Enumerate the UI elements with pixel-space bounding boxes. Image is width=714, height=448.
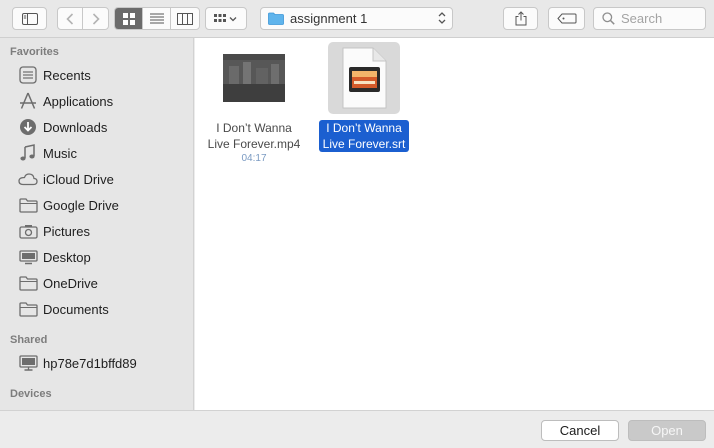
back-forward-group — [57, 7, 109, 30]
sidebar-item-label: Applications — [43, 93, 114, 109]
back-button[interactable] — [58, 8, 83, 29]
share-icon — [515, 11, 526, 26]
sidebar-item-applications[interactable]: Applications — [0, 90, 193, 112]
view-mode-group — [114, 7, 200, 30]
icon-view-button[interactable] — [115, 8, 143, 29]
chevron-left-icon — [66, 12, 74, 25]
cancel-button[interactable]: Cancel — [541, 420, 619, 441]
sidebar-item-label: iCloud Drive — [43, 171, 114, 187]
recents-icon — [18, 65, 38, 85]
file-name: I Don’t Wanna Live Forever.srt — [318, 120, 410, 152]
sidebar-item-label: hp78e7d1bffd89 — [43, 355, 137, 371]
search-field[interactable]: Search — [593, 7, 706, 30]
updown-chevron-icon — [438, 12, 446, 24]
tag-icon — [556, 13, 576, 24]
sidebar-item-label: Google Drive — [43, 197, 119, 213]
documents-icon — [18, 299, 38, 319]
file-name: I Don’t Wanna Live Forever.mp4 — [195, 120, 313, 152]
column-view-icon — [177, 12, 193, 25]
sidebar-item-onedrive[interactable]: OneDrive — [0, 272, 193, 294]
sidebar-item-shared-computer[interactable]: hp78e7d1bffd89 — [0, 352, 193, 374]
sidebar-item-music[interactable]: Music — [0, 142, 193, 164]
file-name-line: I Don’t Wanna — [326, 121, 402, 135]
downloads-icon — [18, 117, 38, 137]
document-thumbnail — [328, 42, 400, 114]
file-name-line: Live Forever.mp4 — [207, 137, 301, 151]
sidebar-item-label: Music — [43, 145, 77, 161]
sidebar-icon — [21, 12, 38, 25]
favorites-heading: Favorites — [10, 46, 59, 58]
sidebar: Favorites Recents Applications Downloads… — [0, 38, 194, 410]
sidebar-item-label: OneDrive — [43, 275, 98, 291]
file-name-line: Live Forever.srt — [322, 137, 406, 151]
arrange-menu-button[interactable] — [205, 7, 247, 30]
video-thumbnail — [218, 42, 290, 114]
subtitle-file-icon — [342, 47, 387, 109]
sidebar-item-label: Downloads — [43, 119, 108, 135]
folder-icon — [268, 12, 284, 25]
sidebar-item-pictures[interactable]: Pictures — [0, 220, 193, 242]
sidebar-item-desktop[interactable]: Desktop — [0, 246, 193, 268]
tags-button[interactable] — [548, 7, 585, 30]
folder-icon — [18, 273, 38, 293]
file-duration: 04:17 — [241, 153, 267, 164]
sidebar-item-label: Recents — [43, 67, 91, 83]
music-icon — [18, 143, 38, 163]
sidebar-item-label: Documents — [43, 301, 109, 317]
open-button[interactable]: Open — [628, 420, 706, 441]
devices-heading: Devices — [10, 388, 52, 400]
chevron-right-icon — [92, 12, 100, 25]
sidebar-item-recents[interactable]: Recents — [0, 64, 193, 86]
grid-view-icon — [122, 12, 135, 25]
desktop-icon — [18, 247, 38, 267]
file-item-mp4[interactable]: I Don’t Wanna Live Forever.mp4 04:17 — [195, 42, 313, 164]
toolbar: assignment 1 Search — [0, 0, 714, 38]
file-browser: I Don’t Wanna Live Forever.mp4 04:17 I D… — [195, 38, 714, 410]
computer-icon — [18, 353, 38, 373]
list-view-icon — [149, 13, 164, 24]
folder-icon — [18, 195, 38, 215]
camera-icon — [18, 221, 38, 241]
file-name-line: I Don’t Wanna — [216, 121, 292, 135]
path-popup[interactable]: assignment 1 — [260, 7, 453, 30]
column-view-button[interactable] — [171, 8, 199, 29]
shared-heading: Shared — [10, 334, 48, 346]
sidebar-item-label: Desktop — [43, 249, 91, 265]
search-placeholder: Search — [621, 11, 663, 26]
sidebar-item-documents[interactable]: Documents — [0, 298, 193, 320]
file-item-srt[interactable]: I Don’t Wanna Live Forever.srt — [305, 42, 423, 153]
forward-button[interactable] — [83, 8, 108, 29]
sidebar-item-icloud-drive[interactable]: iCloud Drive — [0, 168, 193, 190]
search-icon — [602, 12, 615, 25]
video-thumbnail-icon — [223, 54, 285, 102]
dialog-footer: Cancel Open — [0, 410, 714, 448]
arrange-icon — [214, 13, 237, 22]
sidebar-toggle-button[interactable] — [12, 7, 47, 30]
sidebar-item-downloads[interactable]: Downloads — [0, 116, 193, 138]
share-button[interactable] — [503, 7, 538, 30]
path-label: assignment 1 — [290, 11, 368, 26]
icloud-icon — [18, 169, 38, 189]
sidebar-item-google-drive[interactable]: Google Drive — [0, 194, 193, 216]
applications-icon — [18, 91, 38, 111]
list-view-button[interactable] — [143, 8, 171, 29]
sidebar-item-label: Pictures — [43, 223, 90, 239]
